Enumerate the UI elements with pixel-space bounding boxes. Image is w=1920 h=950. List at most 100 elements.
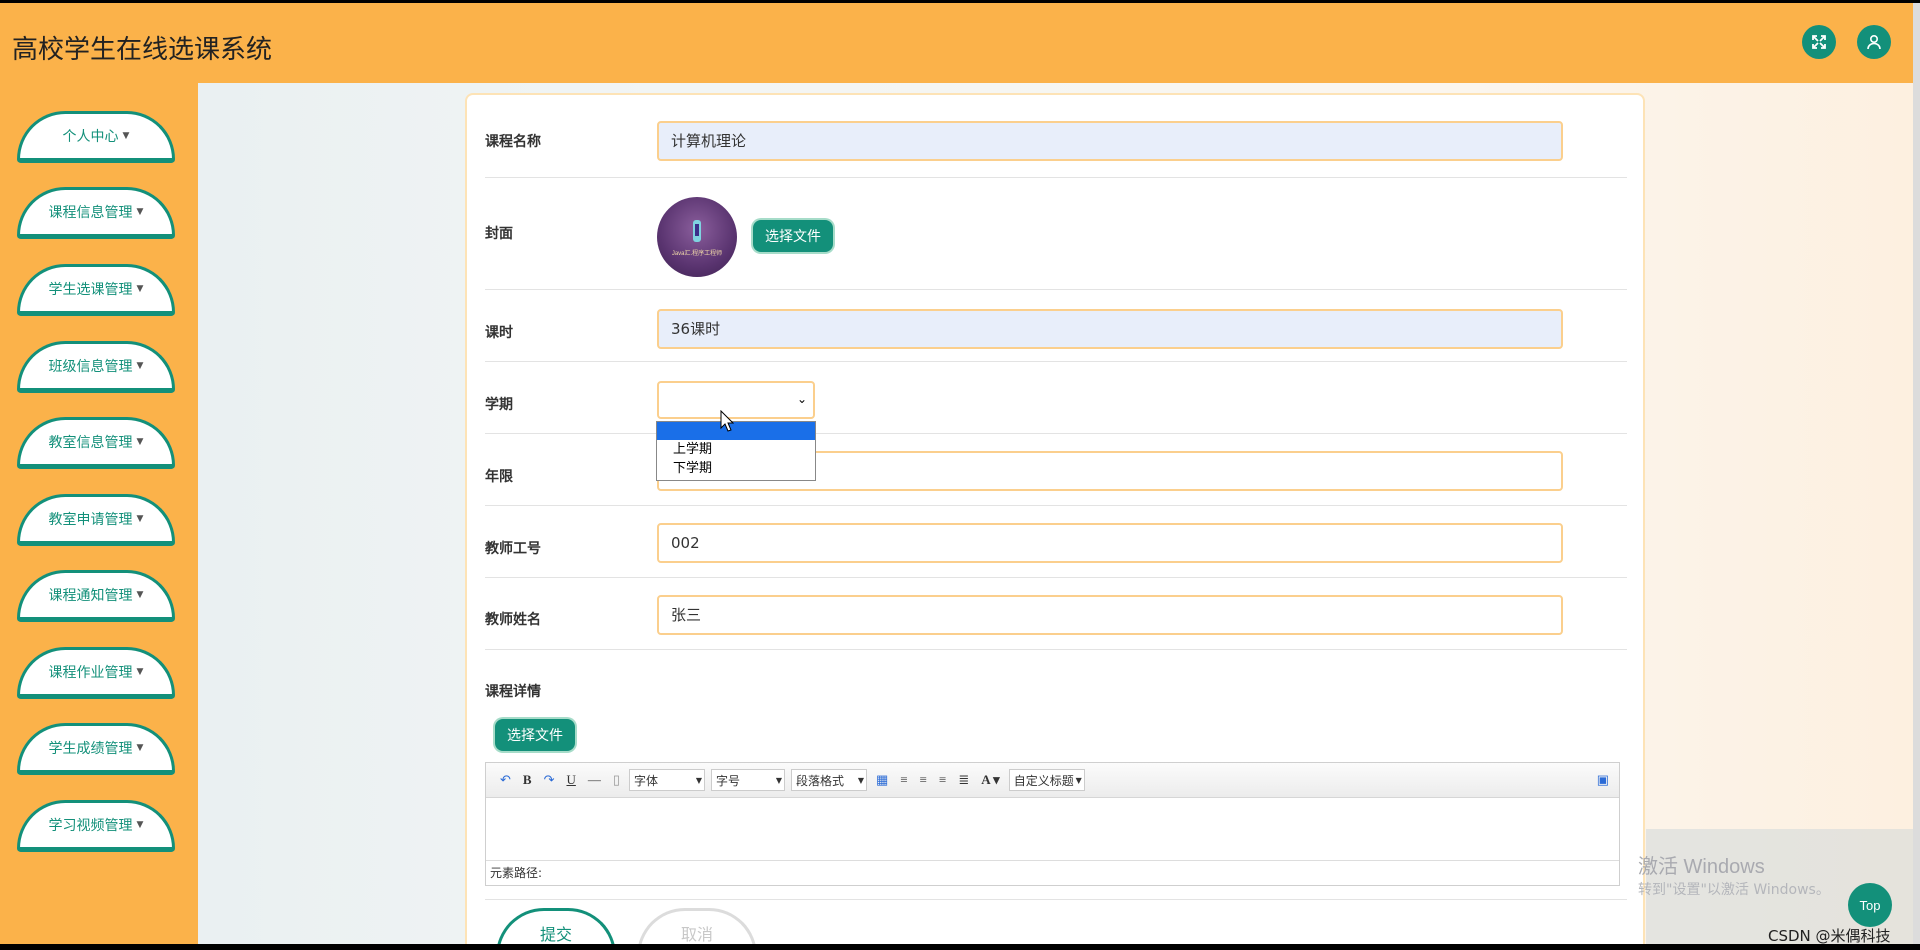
form-row-hours: 课时 36课时	[485, 289, 1627, 362]
header: 高校学生在线选课系统	[0, 3, 1913, 83]
course-name-input[interactable]: 计算机理论	[657, 121, 1563, 161]
app-screen: 高校学生在线选课系统 个人中心 ▼ 课程信息管理 ▼ 学生选课管理 ▼ 班级信息管理 ▼…	[0, 3, 1913, 944]
caret-down-icon: ▼	[122, 131, 130, 141]
sidebar-item-class-info[interactable]: 班级信息管理 ▼	[17, 341, 175, 393]
sidebar-item-classroom-info[interactable]: 教室信息管理 ▼	[17, 417, 175, 469]
font-size-label: 字号	[716, 773, 741, 788]
hours-label: 课时	[485, 325, 513, 341]
teacher-name-input[interactable]: 张三	[657, 595, 1563, 635]
form-row-course-name: 课程名称 计算机理论	[485, 105, 1627, 178]
underline-icon[interactable]: U	[566, 772, 575, 788]
caret-down-icon: ▼	[136, 590, 144, 600]
font-size-select[interactable]: 字号 ▼	[711, 769, 786, 791]
sidebar-item-label: 教室申请管理	[48, 512, 133, 528]
sidebar-item-classroom-apply[interactable]: 教室申请管理 ▼	[17, 494, 175, 546]
form-row-cover: 封面 Java汇.程序工程师 选择文件	[485, 177, 1627, 290]
sidebar-item-label: 学生成绩管理	[48, 741, 133, 757]
caret-down-icon: ▼	[136, 437, 144, 447]
windows-activation-subtitle: 转到"设置"以激活 Windows。	[1638, 882, 1830, 898]
caret-down-icon: ▼	[136, 667, 144, 677]
semester-label: 学期	[485, 397, 513, 413]
paragraph-label: 段落格式	[796, 773, 845, 788]
source-view-icon[interactable]: ▣	[1597, 772, 1609, 788]
cover-image: Java汇.程序工程师	[657, 197, 737, 277]
custom-title-select[interactable]: 自定义标题 ▼	[1008, 769, 1085, 791]
hours-input[interactable]: 36课时	[657, 309, 1563, 349]
fullscreen-button[interactable]	[1802, 25, 1836, 59]
sidebar-item-label: 学生选课管理	[48, 282, 133, 298]
sidebar-item-label: 课程作业管理	[48, 665, 133, 681]
teacher-name-label: 教师姓名	[485, 612, 541, 628]
details-file-button[interactable]: 选择文件	[495, 719, 575, 751]
font-family-label: 字体	[634, 773, 659, 788]
cover-label: 封面	[485, 226, 513, 242]
dropdown-arrow-icon: ▼	[1075, 775, 1082, 785]
align-justify-icon[interactable]: ≣	[958, 772, 969, 788]
rich-text-editor: ↶ B ↷ U — ▯ 字体 ▼ 字号 ▼ 段落格式 ▼ ▦ ≡ ≡ ≡ ≣ A ▾ …	[485, 762, 1620, 886]
sidebar-item-course-homework[interactable]: 课程作业管理 ▼	[17, 647, 175, 699]
sidebar: 个人中心 ▼ 课程信息管理 ▼ 学生选课管理 ▼ 班级信息管理 ▼ 教室信息管理 ▼ 教室…	[0, 83, 198, 944]
align-center-icon[interactable]: ≡	[939, 772, 946, 788]
page-scrollbar[interactable]	[1913, 3, 1920, 944]
semester-option-first[interactable]: 上学期	[657, 440, 815, 459]
csdn-watermark: CSDN @米偶科技	[1768, 927, 1891, 944]
caret-down-icon: ▼	[136, 361, 144, 371]
font-color-icon[interactable]: A ▾	[981, 772, 999, 788]
editor-toolbar: ↶ B ↷ U — ▯ 字体 ▼ 字号 ▼ 段落格式 ▼ ▦ ≡ ≡ ≡ ≣ A ▾ …	[486, 763, 1619, 798]
sidebar-item-course-info[interactable]: 课程信息管理 ▼	[17, 187, 175, 239]
align-right-icon[interactable]: ≡	[920, 772, 927, 788]
form-row-teacher-id: 教师工号 002	[485, 505, 1627, 578]
sidebar-item-personal-center[interactable]: 个人中心 ▼	[17, 111, 175, 163]
sidebar-item-label: 课程信息管理	[48, 205, 133, 221]
bottle-logo-icon	[693, 219, 701, 242]
semester-select[interactable]: ⌄	[657, 381, 815, 419]
editor-element-path: 元素路径:	[486, 860, 1619, 887]
semester-option-empty[interactable]	[657, 422, 815, 440]
paragraph-select[interactable]: 段落格式 ▼	[791, 769, 868, 791]
undo-icon[interactable]: ↶	[500, 772, 511, 788]
sidebar-item-label: 班级信息管理	[48, 359, 133, 375]
cover-file-button[interactable]: 选择文件	[753, 220, 833, 252]
sidebar-item-label: 教室信息管理	[48, 435, 133, 451]
bold-icon[interactable]: B	[523, 772, 532, 788]
dropdown-arrow-icon: ▼	[775, 775, 783, 785]
caret-down-icon: ▼	[136, 207, 144, 217]
expand-icon	[1812, 35, 1826, 49]
table-icon[interactable]: ▦	[876, 772, 888, 788]
sidebar-item-study-videos[interactable]: 学习视频管理 ▼	[17, 800, 175, 852]
course-name-label: 课程名称	[485, 134, 541, 150]
horizontal-rule-icon[interactable]: —	[588, 772, 601, 788]
caret-down-icon: ▼	[136, 820, 144, 830]
teacher-id-label: 教师工号	[485, 541, 541, 557]
app-title: 高校学生在线选课系统	[12, 35, 273, 65]
teacher-id-input[interactable]: 002	[657, 523, 1563, 563]
sidebar-item-student-grades[interactable]: 学生成绩管理 ▼	[17, 723, 175, 775]
editor-content-area[interactable]	[486, 798, 1619, 860]
back-to-top-button[interactable]: Top	[1848, 883, 1892, 927]
align-left-icon[interactable]: ≡	[900, 772, 907, 788]
mouse-cursor-icon	[720, 410, 734, 432]
sidebar-item-label: 课程通知管理	[48, 588, 133, 604]
custom-title-label: 自定义标题	[1013, 773, 1074, 788]
user-icon	[1867, 34, 1881, 50]
windows-activation-title: 激活 Windows	[1638, 856, 1765, 878]
dropdown-arrow-icon: ▼	[857, 775, 865, 785]
caret-down-icon: ▼	[136, 284, 144, 294]
sidebar-item-label: 个人中心	[62, 129, 119, 145]
semester-option-second[interactable]: 下学期	[657, 459, 815, 478]
page-icon[interactable]: ▯	[613, 772, 620, 788]
user-button[interactable]	[1857, 25, 1891, 59]
details-label: 课程详情	[485, 684, 541, 700]
semester-dropdown-list: 上学期 下学期	[656, 421, 816, 481]
years-label: 年限	[485, 469, 513, 485]
cover-caption: Java汇.程序工程师	[671, 250, 723, 257]
redo-icon[interactable]: ↷	[544, 772, 555, 788]
font-family-select[interactable]: 字体 ▼	[629, 769, 706, 791]
sidebar-item-course-selection[interactable]: 学生选课管理 ▼	[17, 264, 175, 316]
dropdown-arrow-icon: ▼	[695, 775, 703, 785]
sidebar-item-course-notice[interactable]: 课程通知管理 ▼	[17, 570, 175, 622]
chevron-down-icon: ⌄	[796, 392, 807, 406]
caret-down-icon: ▼	[136, 514, 144, 524]
form-row-teacher-name: 教师姓名 张三	[485, 577, 1627, 650]
sidebar-item-label: 学习视频管理	[48, 818, 133, 834]
